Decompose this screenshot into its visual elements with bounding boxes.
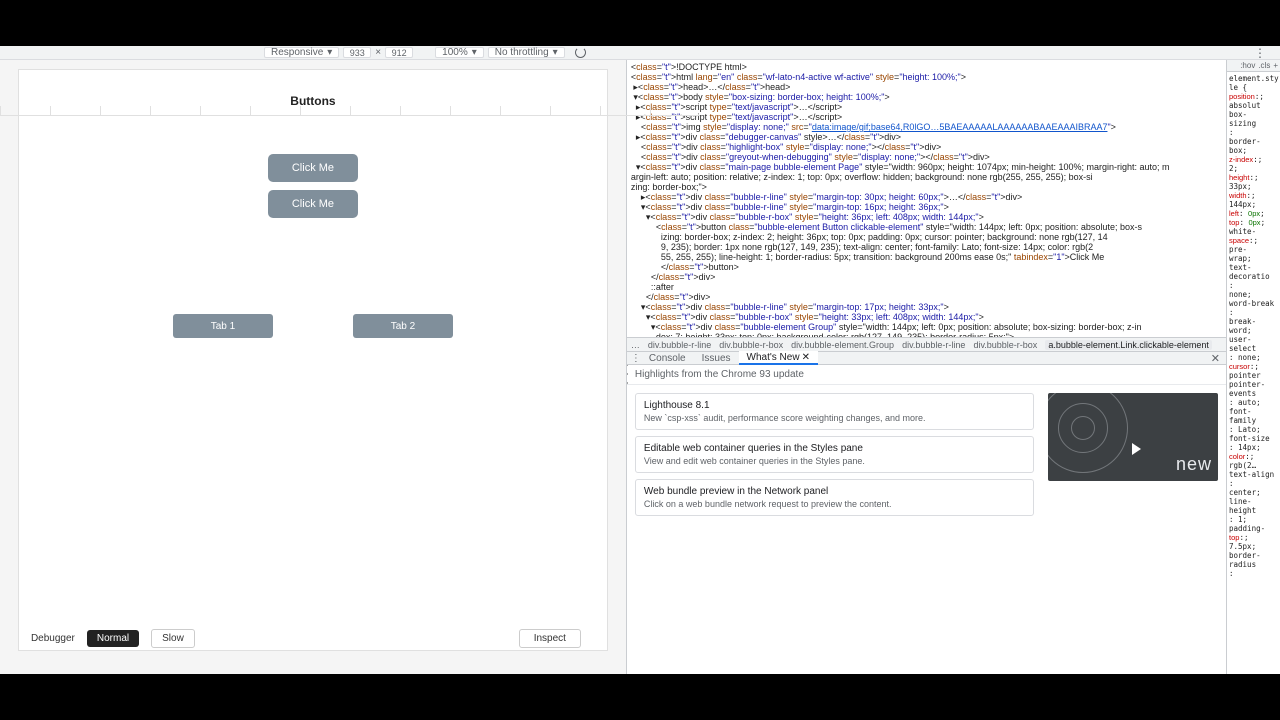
dom-line[interactable]: izing: border-box; z-index: 2; height: 3… xyxy=(627,232,1226,242)
mode-normal[interactable]: Normal xyxy=(87,630,139,647)
devtools: ◩ ▢ ElementsConsoleSourcesNetworkPerform… xyxy=(626,46,1280,674)
dom-line[interactable]: </class="t">div> xyxy=(627,292,1226,302)
dom-line[interactable]: ▸<class="t">div class="debugger-canvas" … xyxy=(627,132,1226,142)
ruler xyxy=(0,106,700,116)
throttling-select[interactable]: No throttling▾ xyxy=(488,47,565,58)
dom-line[interactable]: ▾<class="t">div class="bubble-r-box" sty… xyxy=(627,312,1226,322)
device-select[interactable]: Responsive▾ xyxy=(264,47,339,58)
dom-line[interactable]: <class="t">html lang="en" class="wf-lato… xyxy=(627,72,1226,82)
styles-chip[interactable]: :hov xyxy=(1240,61,1255,70)
dom-line[interactable]: ▸<class="t">head>…</class="t">head> xyxy=(627,82,1226,92)
whatsnew-card[interactable]: Web bundle preview in the Network panelC… xyxy=(635,479,1034,516)
crumb[interactable]: div.bubble-element.Group xyxy=(791,340,894,350)
dom-line[interactable]: <class="t">!DOCTYPE html> xyxy=(627,62,1226,72)
drawer-tabs: ⋮ ConsoleIssuesWhat's New✕ ✕ xyxy=(627,351,1226,365)
whatsnew-card[interactable]: Editable web container queries in the St… xyxy=(635,436,1034,473)
play-icon xyxy=(1132,443,1141,455)
dom-line[interactable]: 55, 255, 255); line-height: 1; border-ra… xyxy=(627,252,1226,262)
crumb[interactable]: a.bubble-element.Link.clickable-element xyxy=(1045,340,1212,350)
dom-line[interactable]: ▾<class="t">div class="bubble-r-line" st… xyxy=(627,302,1226,312)
tab-2[interactable]: Tab 2 xyxy=(353,314,453,338)
button-clickme-1[interactable]: Click Me xyxy=(268,154,358,182)
drawer-tab-console[interactable]: Console xyxy=(641,351,694,365)
whatsnew-banner: Highlights from the Chrome 93 update xyxy=(627,365,1226,385)
dom-line[interactable]: ▾<class="t">body style="box-sizing: bord… xyxy=(627,92,1226,102)
dom-line[interactable]: ▾<class="t">div class="bubble-element Gr… xyxy=(627,322,1226,332)
button-clickme-2[interactable]: Click Me xyxy=(268,190,358,218)
zoom-select[interactable]: 100%▾ xyxy=(435,47,484,58)
viewport-height[interactable]: 912 xyxy=(385,47,413,58)
dom-line[interactable]: </class="t">div> xyxy=(627,272,1226,282)
elements-tree[interactable]: <class="t">!DOCTYPE html><class="t">html… xyxy=(627,60,1226,337)
mode-slow[interactable]: Slow xyxy=(151,629,195,648)
dom-line[interactable]: </class="t">button> xyxy=(627,262,1226,272)
dom-line[interactable]: ▾<class="t">div class="main-page bubble-… xyxy=(627,162,1226,172)
dom-line[interactable]: dex: 7; height: 33px; top: 0px; backgrou… xyxy=(627,332,1226,337)
styles-chip[interactable]: + xyxy=(1273,61,1278,70)
device-toolbar: Responsive▾ 933 × 912 100%▾ No throttlin… xyxy=(0,46,1280,60)
dom-line[interactable]: zing: border-box;"> xyxy=(627,182,1226,192)
crumb[interactable]: div.bubble-r-line xyxy=(648,340,711,350)
dom-line[interactable]: <class="t">button class="bubble-element … xyxy=(627,222,1226,232)
drawer-tab-what-s-new[interactable]: What's New✕ xyxy=(739,351,818,365)
dom-line[interactable]: ▸<class="t">script type="text/javascript… xyxy=(627,112,1226,122)
close-icon[interactable]: ✕ xyxy=(802,352,810,363)
rendered-page: Buttons Click Me Click Me Tab 1 Tab 2 De… xyxy=(0,46,626,674)
drawer-tab-issues[interactable]: Issues xyxy=(694,351,739,365)
whatsnew-video-thumb[interactable]: new xyxy=(1048,393,1218,481)
crumb[interactable]: … xyxy=(631,340,640,350)
drawer-close-icon[interactable]: ✕ xyxy=(1211,352,1226,365)
drawer-menu-icon[interactable]: ⋮ xyxy=(631,353,641,364)
whatsnew-card[interactable]: Lighthouse 8.1New `csp-xss` audit, perfo… xyxy=(635,393,1034,430)
styles-chip[interactable]: .cls xyxy=(1258,61,1270,70)
dom-line[interactable]: <class="t">img style="display: none;" sr… xyxy=(627,122,1226,132)
device-menu-icon[interactable]: ⋮ xyxy=(1254,46,1272,60)
tab-1[interactable]: Tab 1 xyxy=(173,314,273,338)
dom-line[interactable]: ::after xyxy=(627,282,1226,292)
dom-line[interactable]: ▸<class="t">div class="bubble-r-line" st… xyxy=(627,192,1226,202)
dom-line[interactable]: <class="t">div class="highlight-box" sty… xyxy=(627,142,1226,152)
styles-pane: Styles » :hov.cls+ element.style { posit… xyxy=(1226,46,1280,674)
crumb[interactable]: div.bubble-r-line xyxy=(902,340,965,350)
dom-line[interactable]: argin-left: auto; position: relative; z-… xyxy=(627,172,1226,182)
page-title: Buttons xyxy=(19,70,607,108)
dom-line[interactable]: ▾<class="t">div class="bubble-r-line" st… xyxy=(627,202,1226,212)
crumb[interactable]: div.bubble-r-box xyxy=(973,340,1037,350)
crumb[interactable]: div.bubble-r-box xyxy=(719,340,783,350)
dom-line[interactable]: ▾<class="t">div class="bubble-r-box" sty… xyxy=(627,212,1226,222)
dom-line[interactable]: <class="t">div class="greyout-when-debug… xyxy=(627,152,1226,162)
viewport-width[interactable]: 933 xyxy=(343,47,371,58)
breadcrumbs[interactable]: … div.bubble-r-line div.bubble-r-box div.bu… xyxy=(627,337,1226,351)
styles-rules[interactable]: element.style { position:; absolut box-s… xyxy=(1227,72,1280,674)
rotate-icon[interactable] xyxy=(575,47,586,58)
dom-line[interactable]: 9, 235); border: 1px none rgb(127, 149, … xyxy=(627,242,1226,252)
debugger-label: Debugger xyxy=(31,633,75,644)
dom-line[interactable]: ▸<class="t">script type="text/javascript… xyxy=(627,102,1226,112)
debugger-bar: Debugger Normal Slow Inspect xyxy=(19,626,593,650)
inspect-button[interactable]: Inspect xyxy=(519,629,581,648)
